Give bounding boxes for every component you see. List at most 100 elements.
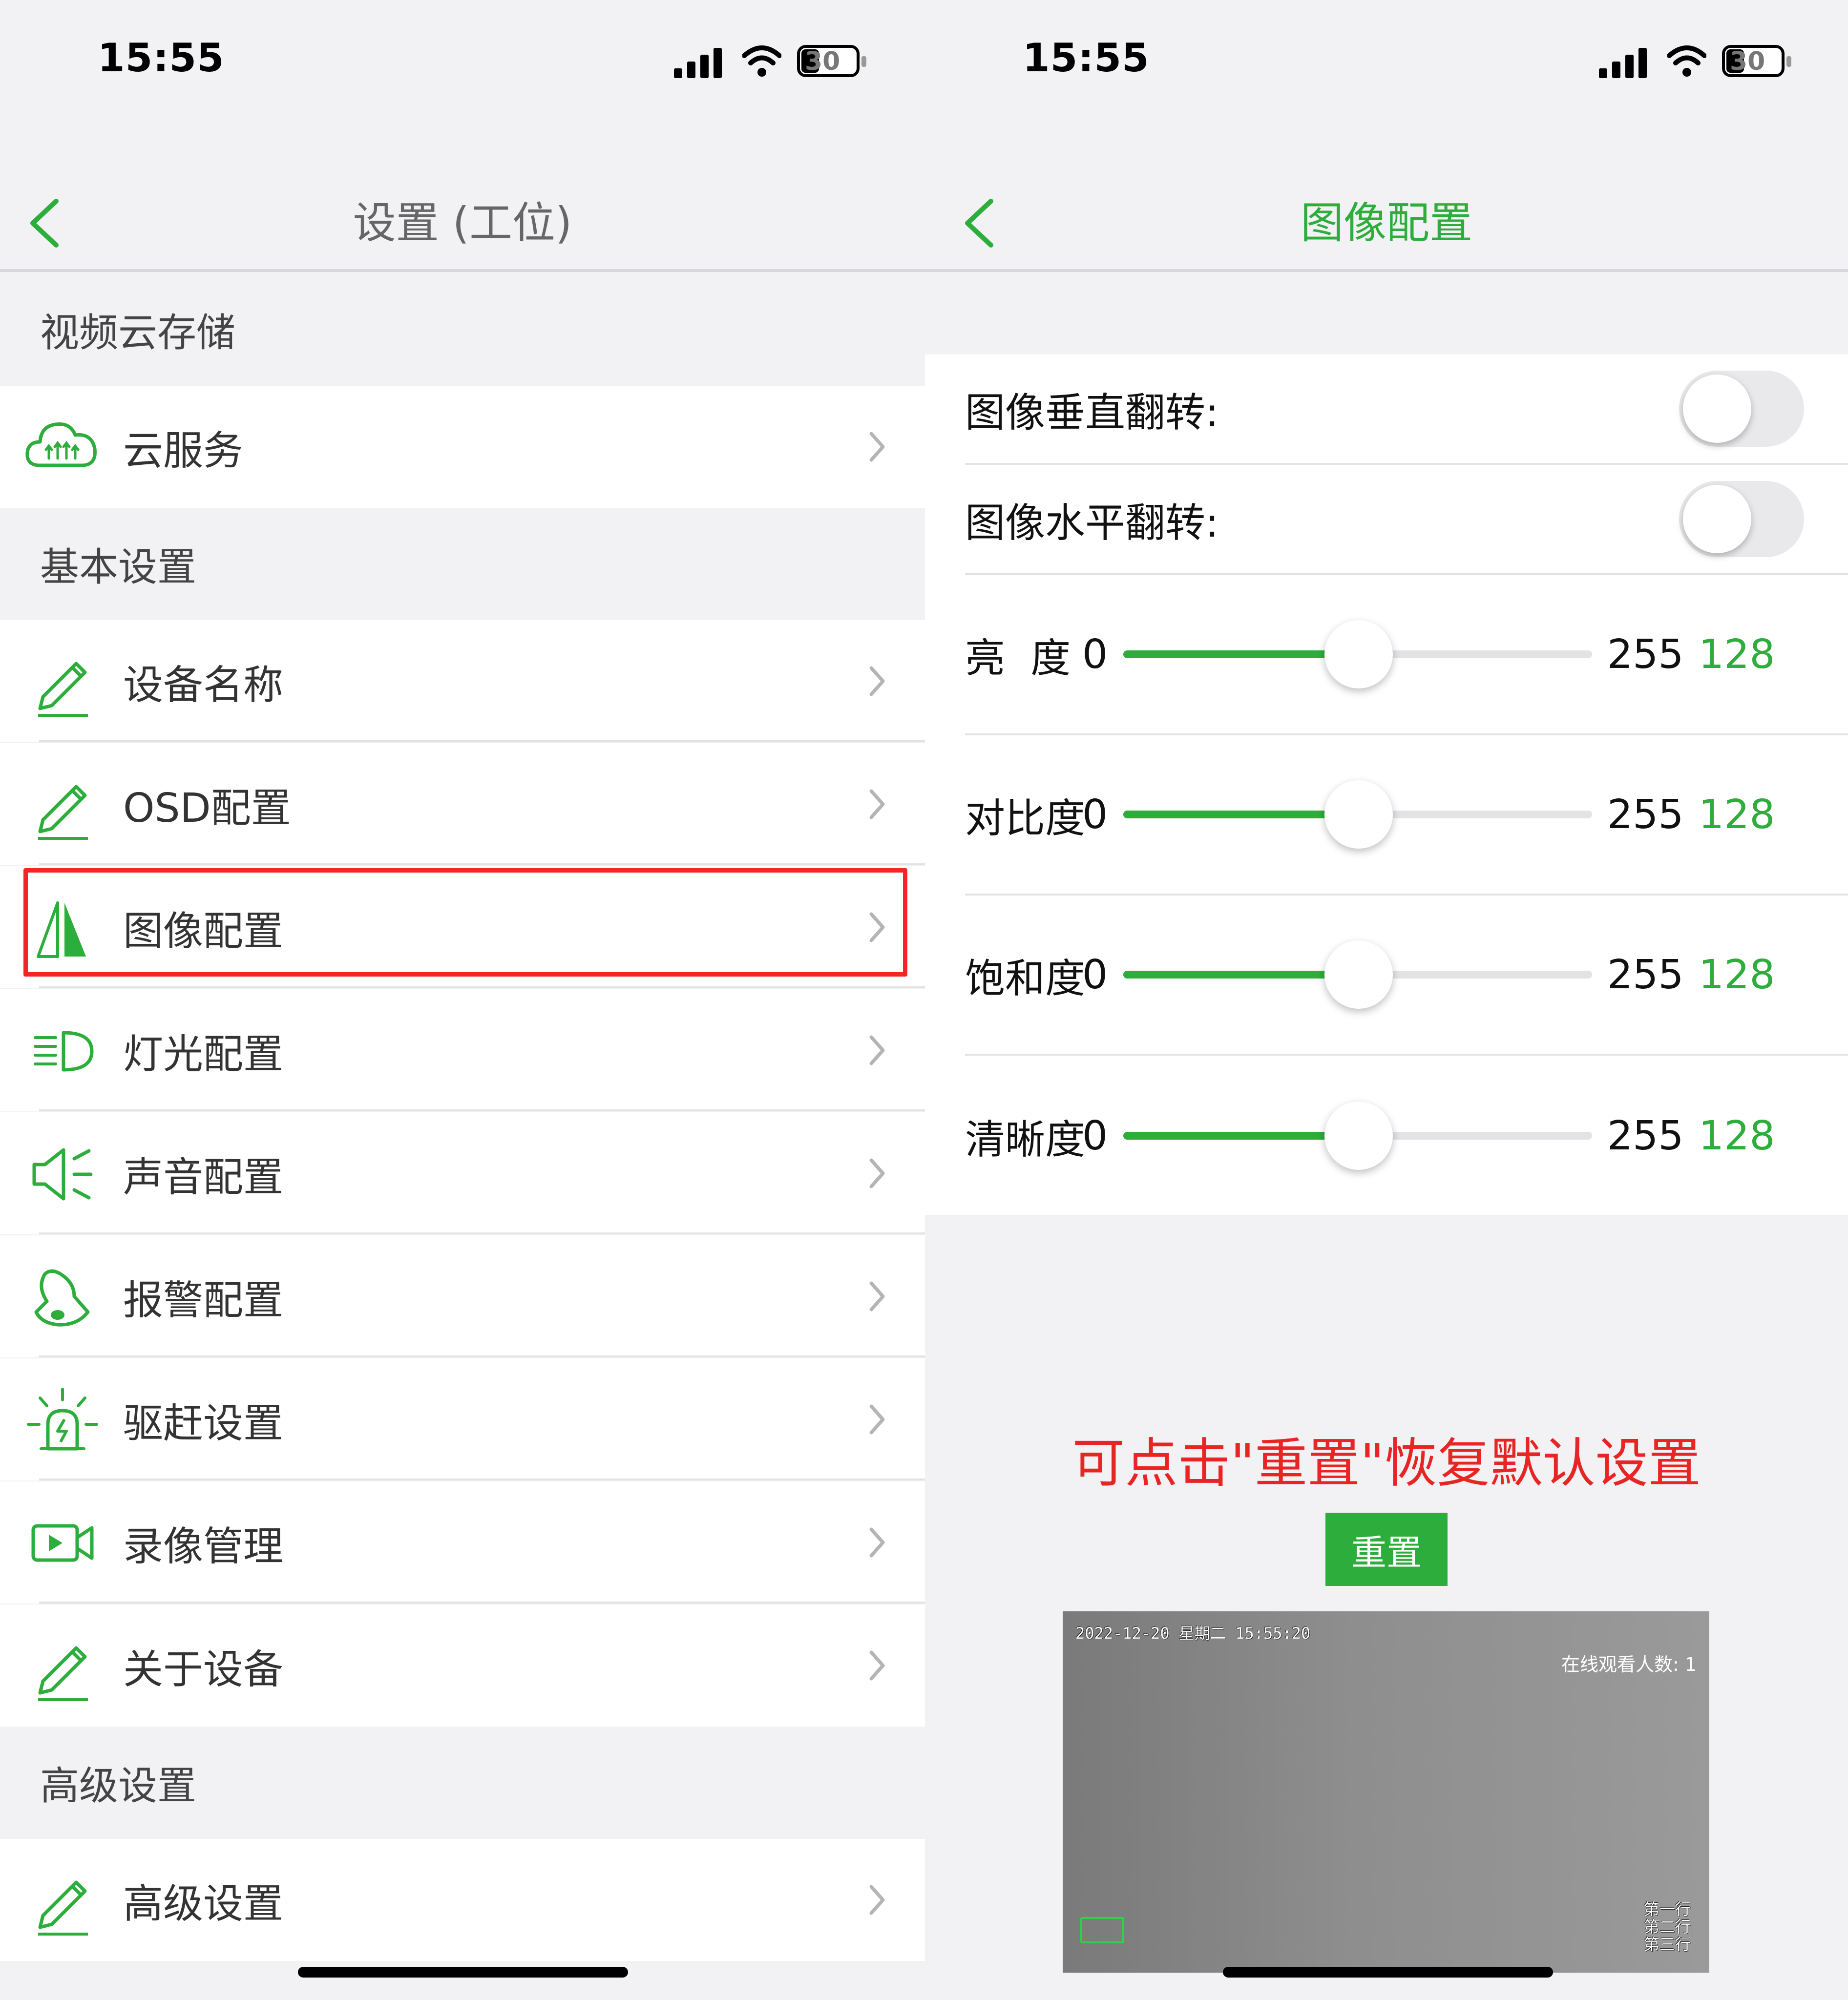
slider-value: 128	[1699, 791, 1775, 838]
chevron-right-icon	[869, 1527, 885, 1558]
pencil-icon	[38, 1880, 88, 1936]
chevron-right-icon	[869, 432, 885, 462]
menu-item-label: 报警配置	[123, 1277, 284, 1324]
sharpness-row: 清晰度 0 255 128	[965, 1056, 1848, 1216]
slider-value: 128	[1699, 951, 1775, 998]
highlight-box	[23, 868, 907, 977]
chevron-right-icon	[869, 1158, 885, 1188]
menu-item-label: 关于设备	[123, 1646, 284, 1693]
page-title: 设置 (工位)	[353, 198, 572, 248]
status-bar: 15:55 30	[925, 0, 1848, 108]
home-indicator	[298, 1967, 628, 1978]
preview-badge	[1080, 1917, 1124, 1943]
menu-item-label: 云服务	[123, 427, 244, 474]
video-camera-icon	[31, 1524, 94, 1562]
horizontal-flip-row: 图像水平翻转:	[965, 465, 1848, 575]
brightness-slider[interactable]	[1123, 620, 1592, 688]
menu-item-osd-config[interactable]: OSD配置	[0, 743, 925, 865]
menu-item-device-name[interactable]: 设备名称	[0, 620, 925, 742]
image-config-screen: 15:55 30 图像配置 图像垂直翻转: 图像水平翻转: 亮 度 0 255 …	[925, 0, 1848, 2000]
battery-level: 30	[805, 47, 840, 76]
battery-icon: 30	[797, 45, 866, 77]
bell-icon	[34, 1269, 90, 1327]
slider-thumb[interactable]	[1324, 780, 1393, 849]
contrast-row: 对比度 0 255 128	[965, 735, 1848, 896]
wifi-icon	[742, 45, 781, 77]
nav-bar: 设置 (工位)	[0, 108, 925, 272]
contrast-slider[interactable]	[1123, 780, 1592, 849]
menu-item-label: 录像管理	[123, 1523, 284, 1570]
reset-button[interactable]: 重置	[1325, 1513, 1448, 1586]
slider-min: 0	[1082, 1112, 1108, 1159]
slider-value: 128	[1699, 631, 1775, 678]
contrast-label: 对比度	[965, 795, 1086, 842]
menu-item-advanced-settings[interactable]: 高级设置	[0, 1839, 925, 1961]
horizontal-flip-toggle[interactable]	[1679, 481, 1804, 557]
section-header-advanced: 高级设置	[40, 1763, 196, 1809]
image-settings-card: 图像垂直翻转: 图像水平翻转: 亮 度 0 255 128 对比度 0 255 …	[925, 354, 1848, 1215]
menu-item-recording[interactable]: 录像管理	[0, 1481, 925, 1604]
menu-item-label: 设备名称	[123, 662, 284, 708]
camera-preview[interactable]: 2022-12-20 星期二 15:55:20 在线观看人数: 1 第一行 第二…	[1063, 1611, 1709, 1973]
headlight-icon	[34, 1031, 94, 1072]
section-header-basic-settings: 基本设置	[40, 544, 196, 590]
vertical-flip-label: 图像垂直翻转:	[965, 389, 1219, 436]
slider-thumb[interactable]	[1324, 620, 1393, 688]
corner-line: 第二行	[1643, 1917, 1691, 1936]
chevron-right-icon	[869, 1885, 885, 1915]
nav-bar: 图像配置	[925, 108, 1848, 272]
reset-hint-text: 可点击"重置"恢复默认设置	[1072, 1433, 1701, 1494]
menu-item-label: 驱赶设置	[123, 1400, 284, 1447]
slider-min: 0	[1082, 631, 1108, 678]
pencil-icon	[38, 662, 88, 717]
cloud-service-icon	[25, 422, 97, 467]
slider-value: 128	[1699, 1112, 1775, 1159]
menu-item-sound-config[interactable]: 声音配置	[0, 1112, 925, 1234]
menu-item-label: 灯光配置	[123, 1031, 284, 1078]
siren-icon	[27, 1388, 98, 1451]
wifi-icon	[1667, 45, 1706, 77]
cellular-signal-icon	[1599, 46, 1648, 78]
chevron-right-icon	[869, 666, 885, 696]
cellular-signal-icon	[674, 46, 723, 78]
menu-item-deter-settings[interactable]: 驱赶设置	[0, 1358, 925, 1480]
slider-min: 0	[1082, 791, 1108, 838]
menu-item-light-config[interactable]: 灯光配置	[0, 989, 925, 1111]
chevron-right-icon	[869, 1281, 885, 1312]
menu-item-label: 高级设置	[123, 1880, 284, 1927]
slider-max: 255	[1607, 951, 1684, 998]
menu-item-alarm-config[interactable]: 报警配置	[0, 1235, 925, 1357]
sharpness-slider[interactable]	[1123, 1102, 1592, 1170]
vertical-flip-toggle[interactable]	[1679, 371, 1804, 447]
status-bar: 15:55 30	[0, 0, 925, 108]
sharpness-label: 清晰度	[965, 1116, 1086, 1163]
horizontal-flip-label: 图像水平翻转:	[965, 500, 1219, 546]
battery-level: 30	[1730, 47, 1765, 76]
chevron-right-icon	[869, 1650, 885, 1681]
saturation-row: 饱和度 0 255 128	[965, 896, 1848, 1056]
slider-min: 0	[1082, 951, 1108, 998]
slider-thumb[interactable]	[1324, 940, 1393, 1009]
preview-corner-text: 第一行 第二行 第三行	[1644, 1900, 1691, 1953]
chevron-right-icon	[869, 789, 885, 819]
slider-thumb[interactable]	[1324, 1102, 1393, 1170]
menu-item-about-device[interactable]: 关于设备	[0, 1604, 925, 1727]
slider-max: 255	[1607, 631, 1684, 678]
saturation-label: 饱和度	[965, 955, 1086, 1002]
saturation-slider[interactable]	[1123, 940, 1592, 1009]
section-header-cloud-storage: 视频云存储	[40, 310, 235, 355]
home-indicator	[1223, 1967, 1553, 1978]
menu-item-cloud-service[interactable]: 云服务	[0, 386, 925, 508]
brightness-label: 亮 度	[965, 635, 1071, 682]
settings-screen: 15:55 30 设置 (工位) 视频云存储 云服务 基本设置 设备名称 OSD…	[0, 0, 925, 2000]
viewer-count: 在线观看人数: 1	[1561, 1654, 1697, 1675]
slider-max: 255	[1607, 1112, 1684, 1159]
menu-item-label: 声音配置	[123, 1154, 284, 1201]
chevron-right-icon	[869, 1035, 885, 1065]
pencil-icon	[38, 785, 88, 840]
menu-item-label: OSD配置	[123, 785, 291, 832]
corner-line: 第一行	[1643, 1900, 1691, 1918]
speaker-icon	[32, 1148, 93, 1201]
brightness-row: 亮 度 0 255 128	[965, 575, 1848, 735]
preview-timestamp: 2022-12-20 星期二 15:55:20	[1075, 1624, 1311, 1643]
